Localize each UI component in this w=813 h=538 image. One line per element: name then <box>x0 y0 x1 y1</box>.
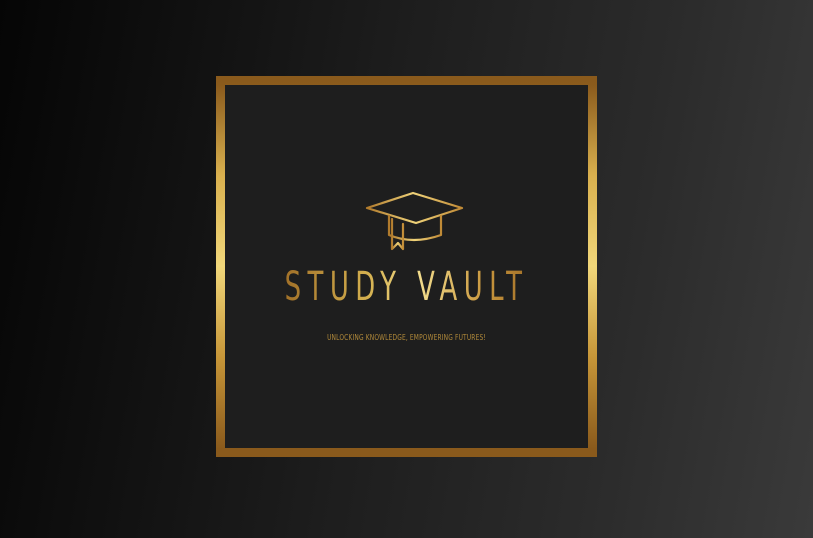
graduation-cap-icon <box>365 191 464 251</box>
tagline: UNLOCKING KNOWLEDGE, EMPOWERING FUTURES! <box>327 333 486 342</box>
logo-frame: STUDY VAULT UNLOCKING KNOWLEDGE, EMPOWER… <box>216 76 597 457</box>
brand-title: STUDY VAULT <box>276 267 537 307</box>
